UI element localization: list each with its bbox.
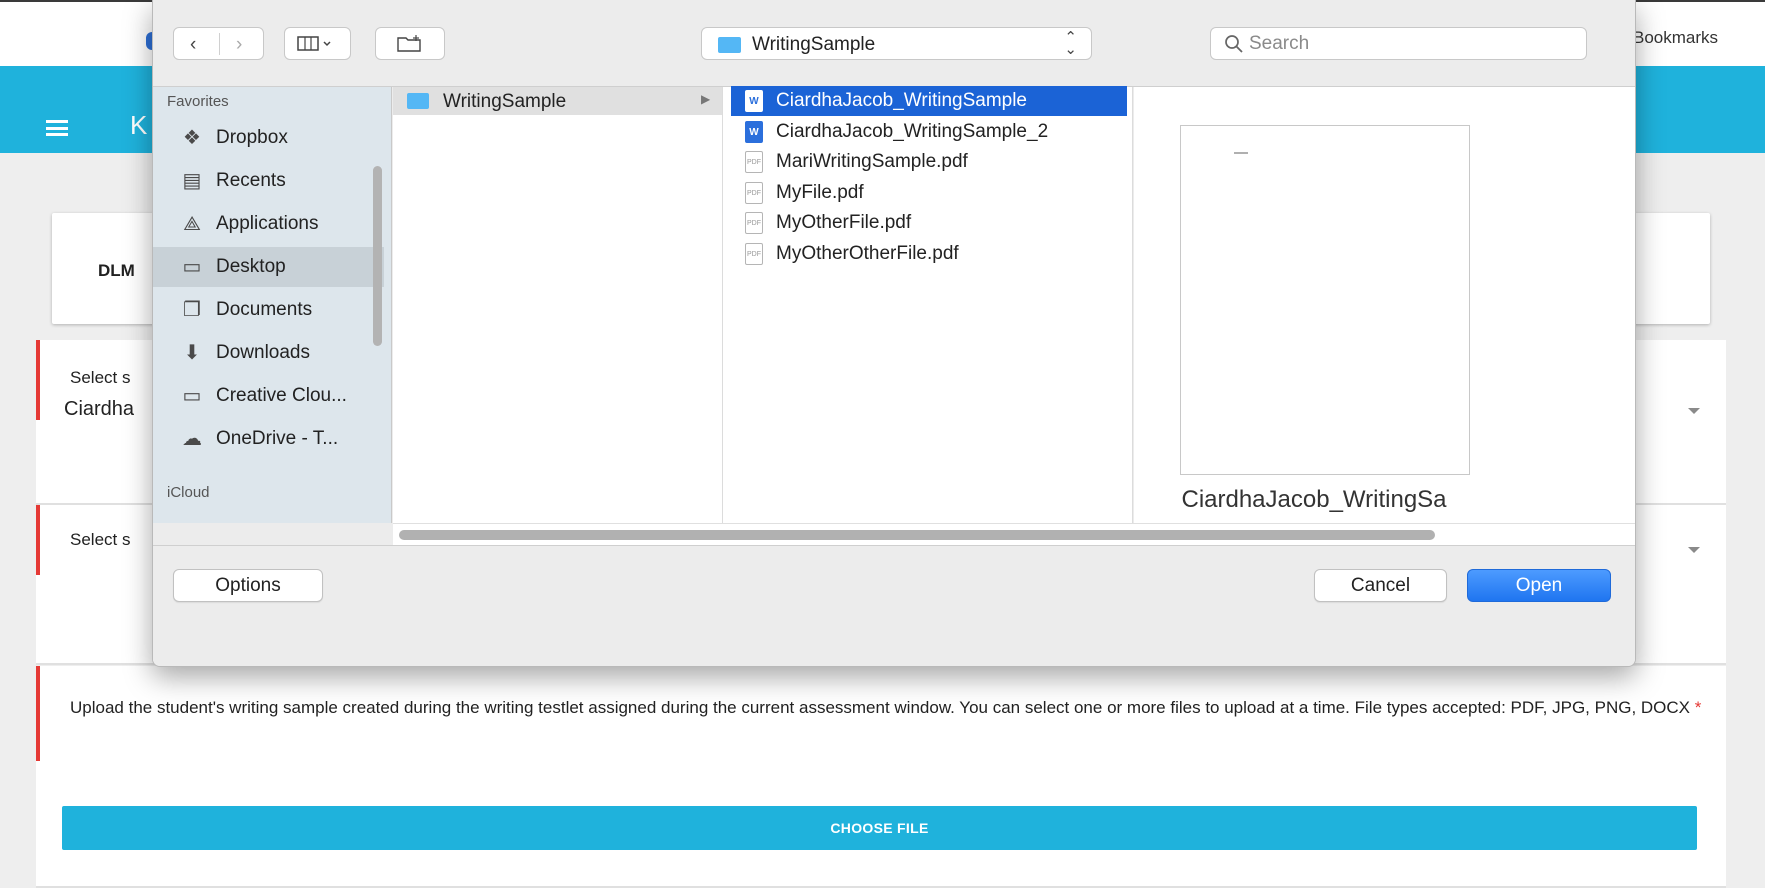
file-row[interactable]: W CiardhaJacob_WritingSample_2 <box>731 117 1127 147</box>
recents-icon: ▤ <box>182 170 202 192</box>
required-indicator <box>36 505 40 575</box>
file-name: CiardhaJacob_WritingSample <box>776 90 1027 111</box>
sidebar-item-downloads[interactable]: ⬇ Downloads <box>153 333 384 373</box>
sidebar-item-documents[interactable]: ❐ Documents <box>153 290 384 330</box>
upload-instructions-text: Upload the student's writing sample crea… <box>70 698 1691 717</box>
word-document-icon: W <box>745 90 763 112</box>
folder-column: WritingSample ▶ || <box>393 87 723 579</box>
sidebar-item-onedrive-t[interactable]: ☁ OneDrive - T... <box>153 419 384 459</box>
word-document-icon: W <box>745 120 763 143</box>
desktop-icon: ▭ <box>182 256 202 278</box>
file-name: MyOtherOtherFile.pdf <box>776 242 959 264</box>
file-row[interactable]: PDF MariWritingSample.pdf <box>731 147 1127 177</box>
disclosure-arrow-icon: ▶ <box>701 92 711 106</box>
pdf-document-icon: PDF <box>745 181 763 204</box>
sidebar-item-label: Downloads <box>216 342 310 363</box>
dropbox-icon: ❖ <box>183 127 201 149</box>
dialog-toolbar: ‹ › WritingSample ⌃ ⌄ <box>153 0 1635 87</box>
file-name: MyOtherFile.pdf <box>776 212 912 233</box>
required-indicator <box>36 340 40 420</box>
sidebar-scrollbar[interactable] <box>373 166 382 346</box>
new-folder-icon <box>397 35 421 52</box>
upload-instructions: Upload the student's writing sample crea… <box>70 693 1710 723</box>
file-row[interactable]: PDF MyOtherFile.pdf <box>731 208 1127 238</box>
updown-chevron-icon: ⌃ ⌄ <box>1064 29 1077 58</box>
folder-icon <box>407 93 429 109</box>
cancel-button[interactable]: Cancel <box>1314 569 1447 602</box>
required-indicator <box>36 666 40 761</box>
sidebar-item-desktop[interactable]: ▭ Desktop <box>153 247 384 287</box>
file-row[interactable]: PDF MyOtherOtherFile.pdf <box>731 239 1127 269</box>
choose-file-button[interactable]: CHOOSE FILE <box>62 806 1697 850</box>
sidebar-item-applications[interactable]: ⟁ Applications <box>153 204 384 244</box>
app-title: K <box>130 110 148 140</box>
file-row[interactable]: PDF MyFile.pdf <box>731 178 1127 208</box>
options-button[interactable]: Options <box>173 569 323 602</box>
new-folder-button[interactable] <box>375 27 445 60</box>
forward-icon[interactable]: › <box>236 34 242 56</box>
applications-icon: ⟁ <box>183 213 201 235</box>
horizontal-scrollbar <box>393 523 1635 545</box>
cloud-icon: ☁ <box>182 428 202 450</box>
file-column: || WCiardhaJacob_WritingSampleWCiardhaJa… <box>723 86 1133 579</box>
file-name: MyFile.pdf <box>776 181 864 203</box>
select-sample-label: Select s <box>70 530 131 549</box>
folder-row-writingsample[interactable]: WritingSample ▶ <box>393 87 722 115</box>
file-name: MariWritingSample.pdf <box>776 151 968 172</box>
sidebar-item-label: Creative Clou... <box>216 385 347 406</box>
sidebar-item-label: Documents <box>216 299 313 320</box>
icloud-heading: iCloud <box>167 484 210 501</box>
open-button[interactable]: Open <box>1467 569 1611 602</box>
dialog-footer: Options Cancel Open <box>153 545 1635 666</box>
upload-section: Upload the student's writing sample crea… <box>36 666 1726 888</box>
sidebar-item-label: Recents <box>216 170 286 191</box>
preview-pane: CiardhaJacob_WritingSa e <box>1134 87 1635 542</box>
sidebar-item-label: Dropbox <box>216 127 288 148</box>
required-asterisk: * <box>1694 698 1702 717</box>
sidebar-item-recents[interactable]: ▤ Recents <box>153 161 384 201</box>
file-row[interactable]: W CiardhaJacob_WritingSample <box>731 86 1127 116</box>
file-open-dialog: ‹ › WritingSample ⌃ ⌄ Search Favorites ❖… <box>152 0 1636 667</box>
select-student-label: Select s <box>70 368 131 387</box>
documents-icon: ❐ <box>183 299 201 321</box>
sidebar-item-creative-clou[interactable]: ▭ Creative Clou... <box>153 376 384 416</box>
dlm-label: DLM <box>98 261 135 280</box>
location-name: WritingSample <box>752 34 876 55</box>
sidebar: Favorites ❖ Dropbox ▤ Recents ⟁ Applications ▭… <box>153 87 392 523</box>
downloads-icon: ⬇ <box>183 342 201 364</box>
dropdown-caret-icon[interactable] <box>1688 408 1700 414</box>
divider <box>219 33 220 55</box>
file-name: CiardhaJacob_WritingSample_2 <box>776 120 1049 142</box>
sidebar-item-label: Desktop <box>216 256 286 277</box>
columns-icon <box>297 36 331 51</box>
folder-icon: ▭ <box>182 385 202 407</box>
pdf-document-icon: PDF <box>745 212 763 234</box>
menu-icon[interactable] <box>46 120 68 136</box>
sidebar-item-dropbox[interactable]: ❖ Dropbox <box>153 118 384 158</box>
search-icon <box>1225 35 1243 53</box>
horizontal-scroll-thumb[interactable] <box>399 530 1435 540</box>
folder-name: WritingSample <box>443 91 567 112</box>
favorites-heading: Favorites <box>167 93 229 110</box>
view-mode-button[interactable] <box>284 27 351 60</box>
bookmarks-link[interactable]: Bookmarks <box>1633 28 1718 48</box>
select-student-value[interactable]: Ciardha <box>64 398 134 421</box>
location-dropdown[interactable]: WritingSample ⌃ ⌄ <box>701 27 1092 60</box>
search-input[interactable] <box>1249 32 1569 56</box>
search-box[interactable] <box>1210 27 1587 60</box>
sidebar-item-label: OneDrive - T... <box>216 428 339 449</box>
dropdown-caret-icon[interactable] <box>1688 547 1700 553</box>
pdf-document-icon: PDF <box>745 151 763 173</box>
pdf-document-icon: PDF <box>745 242 763 265</box>
back-icon[interactable]: ‹ <box>190 34 196 56</box>
document-thumbnail <box>1180 125 1470 475</box>
sidebar-item-label: Applications <box>216 213 319 234</box>
preview-filename-line1: CiardhaJacob_WritingSa <box>1181 486 1447 513</box>
nav-button-group: ‹ › <box>173 27 264 60</box>
folder-icon <box>718 37 741 53</box>
